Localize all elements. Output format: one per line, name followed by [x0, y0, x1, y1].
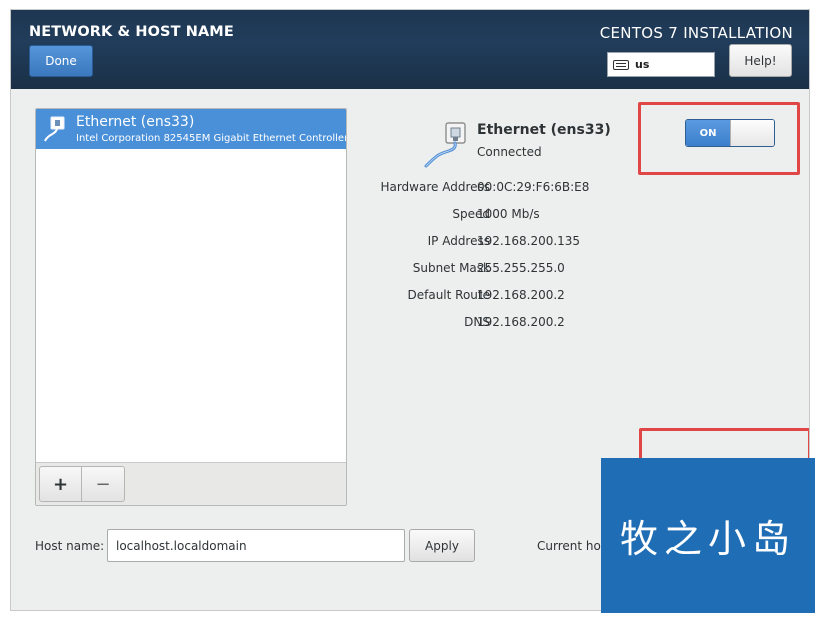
network-device-list: Ethernet (ens33) Intel Corporation 82545…	[35, 108, 347, 506]
hostname-label: Host name:	[35, 539, 105, 553]
keyboard-layout-label: us	[635, 58, 650, 71]
dns-value: 192.168.200.2	[477, 315, 565, 329]
device-description: Intel Corporation 82545EM Gigabit Ethern…	[76, 133, 347, 144]
subnet-mask-value: 255.255.255.0	[477, 261, 565, 275]
remove-device-button[interactable]: −	[82, 466, 125, 502]
default-route-value: 192.168.200.2	[477, 288, 565, 302]
speed-value: 1000 Mb/s	[477, 207, 540, 221]
hardware-address-value: 00:0C:29:F6:6B:E8	[477, 180, 590, 194]
list-toolbar: + −	[36, 462, 346, 505]
connection-status: Connected	[477, 145, 542, 159]
info-row-speed: Speed 1000 Mb/s	[331, 207, 771, 223]
watermark-overlay: 牧之小岛	[601, 458, 815, 613]
detail-device-name: Ethernet (ens33)	[477, 122, 611, 138]
product-title: CENTOS 7 INSTALLATION	[599, 24, 793, 42]
ethernet-icon	[44, 116, 65, 142]
apply-button[interactable]: Apply	[409, 529, 475, 562]
help-button[interactable]: Help!	[729, 44, 792, 77]
page-title: NETWORK & HOST NAME	[29, 24, 234, 40]
info-row-subnet-mask: Subnet Mask 255.255.255.0	[331, 261, 771, 277]
ip-address-value: 192.168.200.135	[477, 234, 581, 248]
hostname-input[interactable]	[107, 529, 405, 562]
info-row-dns: DNS 192.168.200.2	[331, 315, 771, 331]
info-row-ip-address: IP Address 192.168.200.135	[331, 234, 771, 250]
info-row-default-route: Default Route 192.168.200.2	[331, 288, 771, 304]
hardware-address-label: Hardware Address	[380, 180, 490, 194]
info-row-hardware-address: Hardware Address 00:0C:29:F6:6B:E8	[331, 180, 771, 196]
list-item-ethernet[interactable]: Ethernet (ens33) Intel Corporation 82545…	[36, 109, 346, 149]
done-button[interactable]: Done	[29, 45, 93, 77]
header-bar: NETWORK & HOST NAME Done CENTOS 7 INSTAL…	[11, 10, 809, 89]
device-name: Ethernet (ens33)	[76, 114, 195, 130]
ethernet-icon	[424, 122, 466, 168]
add-device-button[interactable]: +	[39, 466, 82, 502]
keyboard-icon	[613, 59, 629, 70]
keyboard-layout-indicator[interactable]: us	[607, 52, 715, 77]
current-hostname-label: Current hos	[537, 539, 608, 553]
highlight-box-toggle	[638, 102, 800, 175]
